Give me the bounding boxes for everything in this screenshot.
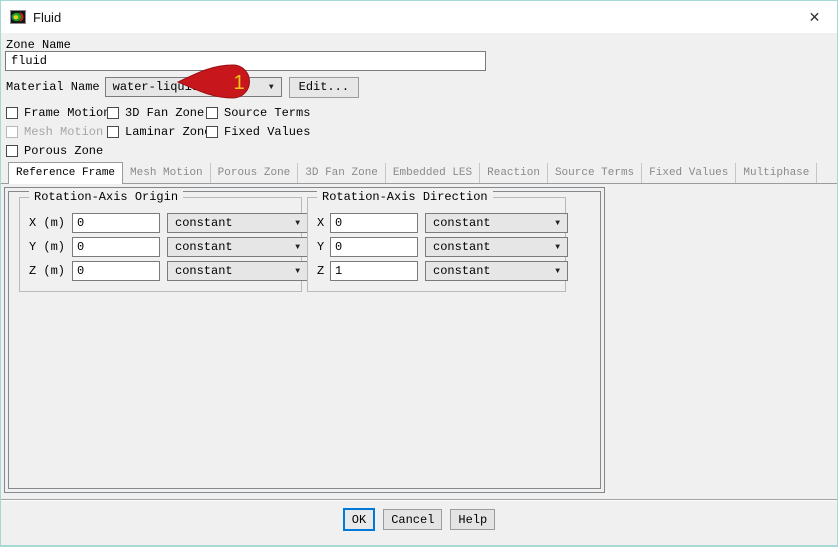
checkbox-row-3: Porous Zone — [6, 143, 103, 158]
tab-fixed-values[interactable]: Fixed Values — [642, 163, 737, 183]
checkbox-label: Mesh Motion — [24, 124, 104, 139]
profile-value: constant — [433, 216, 491, 230]
y-direction-input[interactable] — [330, 237, 418, 257]
z-direction-label: Z — [317, 264, 325, 278]
profile-value: constant — [433, 264, 491, 278]
profile-value: constant — [175, 240, 233, 254]
checkbox-box[interactable] — [107, 125, 119, 138]
group-title: Rotation-Axis Direction — [317, 190, 493, 204]
chevron-down-icon: ▼ — [268, 82, 274, 92]
tab-porous-zone[interactable]: Porous Zone — [211, 163, 299, 183]
z-direction-profile-select[interactable]: constant ▼ — [425, 261, 568, 281]
group-rows: X (m) constant ▼ Y (m) constant ▼ Z (m) — [20, 213, 308, 285]
x-origin-input[interactable] — [72, 213, 160, 233]
zone-name-input[interactable] — [5, 51, 486, 71]
checkbox-box[interactable] — [6, 144, 18, 157]
chevron-down-icon: ▼ — [555, 266, 560, 276]
checkbox-box[interactable] — [6, 106, 18, 119]
chevron-down-icon: ▼ — [555, 242, 560, 252]
field-row-origin-x: X (m) constant ▼ — [20, 213, 308, 233]
profile-value: constant — [175, 216, 233, 230]
material-name-select[interactable]: water-liquid ▼ — [104, 77, 282, 97]
close-icon: ✕ — [808, 8, 821, 25]
footer-buttons: OK Cancel Help — [1, 508, 837, 531]
zone-name-label: Zone Name — [6, 38, 71, 52]
checkbox-fixed-values[interactable]: Fixed Values — [206, 125, 310, 139]
z-origin-input[interactable] — [72, 261, 160, 281]
checkbox-label: Source Terms — [224, 105, 311, 120]
tab-3d-fan-zone[interactable]: 3D Fan Zone — [298, 163, 386, 183]
group-rotation-axis-origin: Rotation-Axis Origin X (m) constant ▼ Y … — [19, 190, 308, 292]
y-origin-label: Y (m) — [29, 240, 66, 254]
close-button[interactable]: ✕ — [792, 1, 837, 33]
checkbox-porous-zone[interactable]: Porous Zone — [6, 144, 103, 158]
tab-source-terms[interactable]: Source Terms — [548, 163, 643, 183]
field-row-direction-z: Z constant ▼ — [308, 261, 568, 281]
y-direction-label: Y — [317, 240, 325, 254]
checkbox-box[interactable] — [206, 125, 218, 138]
y-direction-profile-select[interactable]: constant ▼ — [425, 237, 568, 257]
checkbox-box[interactable] — [206, 106, 218, 119]
chevron-down-icon: ▼ — [295, 218, 300, 228]
checkbox-laminar-zone[interactable]: Laminar Zone — [107, 125, 211, 139]
field-row-origin-z: Z (m) constant ▼ — [20, 261, 308, 281]
checkbox-source-terms[interactable]: Source Terms — [206, 106, 310, 120]
x-direction-profile-select[interactable]: constant ▼ — [425, 213, 568, 233]
checkbox-frame-motion[interactable]: Frame Motion — [6, 105, 111, 120]
group-title: Rotation-Axis Origin — [29, 190, 184, 204]
edit-material-button[interactable]: Edit... — [288, 76, 360, 98]
tab-strip: Reference Frame Mesh Motion Porous Zone … — [1, 162, 837, 184]
y-origin-profile-select[interactable]: constant ▼ — [167, 237, 308, 257]
group-rotation-axis-direction: Rotation-Axis Direction X constant ▼ Y c… — [307, 190, 568, 292]
z-origin-label: Z (m) — [29, 264, 66, 278]
material-row: Material Name water-liquid ▼ Edit... — [6, 76, 360, 98]
group-rows: X constant ▼ Y constant ▼ Z consta — [308, 213, 568, 285]
z-direction-input[interactable] — [330, 261, 418, 281]
help-button[interactable]: Help — [450, 509, 496, 530]
window-title: Fluid — [33, 9, 62, 25]
x-origin-label: X (m) — [29, 216, 66, 230]
tab-embedded-les[interactable]: Embedded LES — [386, 163, 481, 183]
cancel-button[interactable]: Cancel — [383, 509, 443, 530]
chevron-down-icon: ▼ — [555, 218, 560, 228]
title-bar: Fluid ✕ — [1, 1, 837, 33]
checkbox-mesh-motion: Mesh Motion — [6, 125, 107, 139]
checkbox-label: Laminar Zone — [125, 124, 212, 139]
x-origin-profile-select[interactable]: constant ▼ — [167, 213, 308, 233]
x-direction-input[interactable] — [330, 213, 418, 233]
tab-mesh-motion[interactable]: Mesh Motion — [123, 163, 211, 183]
footer-separator — [1, 499, 837, 501]
profile-value: constant — [433, 240, 491, 254]
checkbox-label: 3D Fan Zone — [125, 105, 205, 120]
fluid-dialog: Fluid ✕ Zone Name Material Name water-li… — [0, 0, 838, 547]
checkbox-label: Frame Motion — [24, 105, 111, 120]
tab-reaction[interactable]: Reaction — [480, 163, 548, 183]
material-name-value: water-liquid — [112, 80, 200, 94]
material-name-label: Material Name — [6, 80, 100, 94]
checkbox-row-2: Mesh Motion Laminar Zone Fixed Values — [6, 124, 310, 139]
checkbox-row-1: Frame Motion 3D Fan Zone Source Terms — [6, 105, 310, 120]
fluent-logo-icon — [10, 10, 26, 24]
field-row-origin-y: Y (m) constant ▼ — [20, 237, 308, 257]
checkbox-box — [6, 125, 18, 138]
y-origin-input[interactable] — [72, 237, 160, 257]
edit-button-label: Edit... — [298, 80, 350, 94]
tab-multiphase[interactable]: Multiphase — [736, 163, 818, 183]
checkbox-box[interactable] — [107, 106, 119, 119]
field-row-direction-x: X constant ▼ — [308, 213, 568, 233]
profile-value: constant — [175, 264, 233, 278]
chevron-down-icon: ▼ — [295, 266, 300, 276]
z-origin-profile-select[interactable]: constant ▼ — [167, 261, 308, 281]
tab-reference-frame[interactable]: Reference Frame — [8, 162, 124, 184]
x-direction-label: X — [317, 216, 325, 230]
chevron-down-icon: ▼ — [295, 242, 300, 252]
checkbox-label: Fixed Values — [224, 124, 311, 139]
checkbox-label: Porous Zone — [24, 143, 104, 158]
field-row-direction-y: Y constant ▼ — [308, 237, 568, 257]
ok-button[interactable]: OK — [342, 508, 376, 531]
checkbox-3d-fan-zone[interactable]: 3D Fan Zone — [107, 106, 206, 120]
